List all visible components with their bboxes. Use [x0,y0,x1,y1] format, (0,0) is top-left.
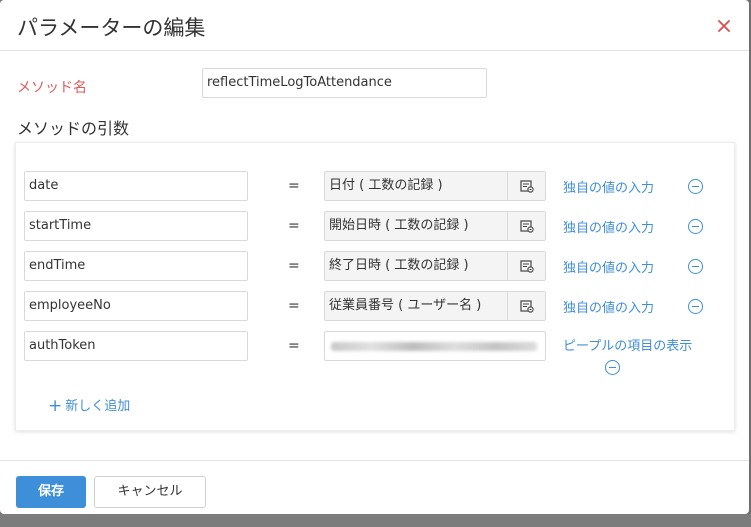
field-picker-button[interactable] [507,252,545,280]
method-arguments-heading: メソッドの引数 [17,119,130,138]
argument-row-authtoken: authToken = ピープルの項目の表示 [16,331,736,381]
argument-value-text: 終了日時 ( 工数の記録 ) [329,258,469,273]
edit-parameters-dialog: パラメーターの編集 メソッド名 reflectTimeLogToAttendan… [0,0,749,514]
header-divider [0,50,749,51]
show-people-field-link[interactable]: ピープルの項目の表示 [563,337,703,357]
field-picker-icon [519,299,534,313]
field-picker-icon [519,259,534,273]
argument-row-date: date = 日付 ( 工数の記録 ) 独自の値の入力 [16,171,736,203]
remove-argument-icon[interactable] [688,259,703,274]
equals-sign: = [288,298,300,314]
method-name-field[interactable]: reflectTimeLogToAttendance [202,68,487,98]
method-name-label: メソッド名 [17,80,87,96]
remove-argument-icon[interactable] [688,219,703,234]
argument-name-field[interactable]: date [24,171,248,201]
argument-value-text: 日付 ( 工数の記録 ) [329,178,443,193]
field-picker-icon [519,219,534,233]
dialog-title: パラメーターの編集 [17,16,206,40]
equals-sign: = [288,218,300,234]
masked-token-value [331,342,537,351]
argument-value-text: 開始日時 ( 工数の記録 ) [329,218,469,233]
arguments-panel: date = 日付 ( 工数の記録 ) 独自の値の入力 startTime = [15,142,735,431]
remove-argument-icon[interactable] [688,299,703,314]
argument-name-field[interactable]: authToken [24,331,248,361]
field-picker-button[interactable] [507,292,545,320]
equals-sign: = [288,178,300,194]
argument-name-field[interactable]: employeeNo [24,291,248,321]
equals-sign: = [288,338,300,354]
add-new-label: 新しく追加 [65,399,131,414]
plus-icon: + [48,396,63,416]
add-new-argument-button[interactable]: + 新しく追加 [48,395,130,416]
argument-name-field[interactable]: endTime [24,251,248,281]
equals-sign: = [288,258,300,274]
argument-value-field[interactable]: 日付 ( 工数の記録 ) [324,171,546,201]
save-button[interactable]: 保存 [16,476,86,508]
argument-value-field[interactable]: 開始日時 ( 工数の記録 ) [324,211,546,241]
argument-row-starttime: startTime = 開始日時 ( 工数の記録 ) 独自の値の入力 [16,211,736,243]
argument-row-employeeno: employeeNo = 従業員番号 ( ユーザー名 ) 独自の値の入力 [16,291,736,323]
enter-custom-value-link[interactable]: 独自の値の入力 [563,177,654,196]
close-button[interactable] [713,13,735,37]
field-picker-button[interactable] [507,212,545,240]
masked-value-field[interactable] [324,331,546,361]
enter-custom-value-link[interactable]: 独自の値の入力 [563,297,654,316]
argument-name-field[interactable]: startTime [24,211,248,241]
cancel-button[interactable]: キャンセル [94,476,206,508]
enter-custom-value-link[interactable]: 独自の値の入力 [563,257,654,276]
field-picker-button[interactable] [507,172,545,200]
background-page-strip [0,514,751,527]
footer-divider [0,460,749,461]
argument-value-text: 従業員番号 ( ユーザー名 ) [329,298,482,313]
argument-value-field[interactable]: 従業員番号 ( ユーザー名 ) [324,291,546,321]
argument-value-field[interactable]: 終了日時 ( 工数の記録 ) [324,251,546,281]
argument-row-endtime: endTime = 終了日時 ( 工数の記録 ) 独自の値の入力 [16,251,736,283]
close-x-icon [718,20,730,32]
remove-argument-icon[interactable] [605,360,620,375]
remove-argument-icon[interactable] [688,179,703,194]
enter-custom-value-link[interactable]: 独自の値の入力 [563,217,654,236]
field-picker-icon [519,179,534,193]
